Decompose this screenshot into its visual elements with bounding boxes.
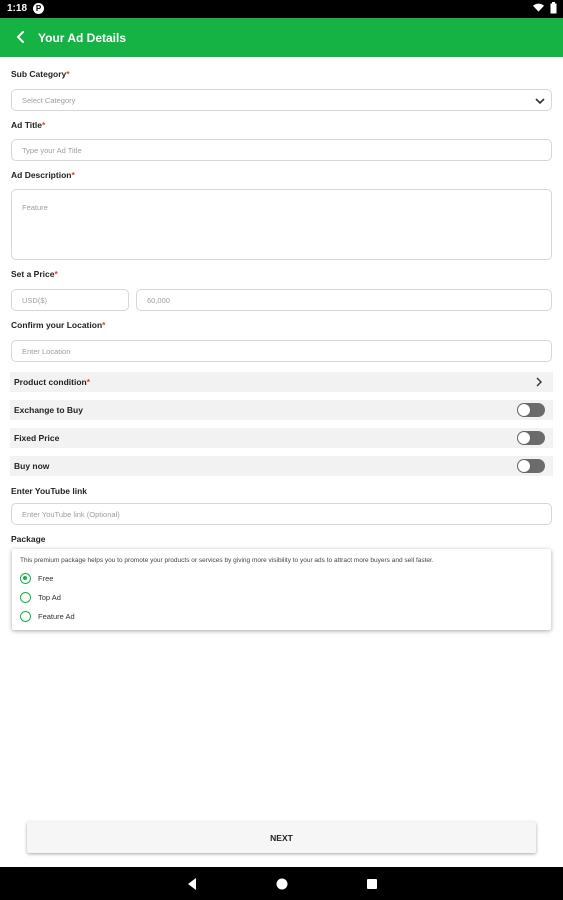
next-button[interactable]: NEXT bbox=[27, 822, 536, 853]
system-nav-bar bbox=[0, 867, 563, 900]
app-notification-icon: P bbox=[33, 3, 44, 14]
status-icons bbox=[533, 2, 557, 14]
ad-description-placeholder: Feature bbox=[22, 203, 48, 212]
product-condition-label: Product condition* bbox=[14, 377, 91, 387]
price-amount-placeholder: 60,000 bbox=[147, 295, 170, 305]
radio-unchecked-icon bbox=[20, 611, 31, 622]
toggle-knob bbox=[518, 460, 530, 472]
nav-home-icon[interactable] bbox=[275, 877, 289, 891]
battery-icon bbox=[550, 2, 557, 14]
location-label: Confirm your Location* bbox=[11, 320, 106, 330]
buy-now-label: Buy now bbox=[14, 461, 50, 471]
location-placeholder: Enter Location bbox=[22, 346, 71, 356]
price-amount-input[interactable]: 60,000 bbox=[136, 289, 552, 311]
radio-unchecked-icon bbox=[20, 592, 31, 603]
fixed-price-toggle[interactable] bbox=[517, 431, 545, 445]
youtube-link-input[interactable]: Enter YouTube link (Optional) bbox=[11, 503, 552, 525]
chevron-down-icon bbox=[535, 98, 545, 105]
sub-category-select[interactable]: Select Category bbox=[11, 89, 552, 111]
buy-now-toggle[interactable] bbox=[517, 459, 545, 473]
buy-now-row: Buy now bbox=[10, 456, 553, 476]
youtube-link-placeholder: Enter YouTube link (Optional) bbox=[22, 509, 120, 519]
nav-recents-icon[interactable] bbox=[365, 877, 379, 891]
exchange-to-buy-row: Exchange to Buy bbox=[10, 400, 553, 420]
toggle-knob bbox=[518, 404, 530, 416]
app-bar: Your Ad Details bbox=[0, 18, 563, 57]
package-option-label: Feature Ad bbox=[38, 612, 75, 621]
package-option-free[interactable]: Free bbox=[20, 573, 53, 584]
currency-select[interactable]: USD($) bbox=[11, 289, 129, 311]
sub-category-label: Sub Category* bbox=[11, 69, 70, 79]
exchange-to-buy-toggle[interactable] bbox=[517, 403, 545, 417]
youtube-label: Enter YouTube link bbox=[11, 486, 88, 496]
toggle-knob bbox=[518, 432, 530, 444]
status-time: 1:18 bbox=[7, 3, 28, 14]
nav-back-icon[interactable] bbox=[185, 877, 199, 891]
package-description: This premium package helps you to promot… bbox=[20, 557, 434, 564]
location-input[interactable]: Enter Location bbox=[11, 340, 552, 362]
wifi-icon bbox=[533, 3, 544, 12]
fixed-price-row: Fixed Price bbox=[10, 428, 553, 448]
back-arrow-icon[interactable] bbox=[13, 29, 29, 45]
price-label: Set a Price* bbox=[11, 269, 58, 279]
status-bar: 1:18 P bbox=[0, 0, 563, 18]
package-label: Package bbox=[11, 534, 46, 544]
page-title: Your Ad Details bbox=[38, 31, 127, 45]
ad-description-textarea[interactable]: Feature bbox=[11, 189, 552, 260]
fixed-price-label: Fixed Price bbox=[14, 433, 60, 443]
exchange-to-buy-label: Exchange to Buy bbox=[14, 405, 83, 415]
package-option-label: Top Ad bbox=[38, 593, 61, 602]
ad-title-input[interactable]: Type your Ad Title bbox=[11, 139, 552, 161]
package-option-feature-ad[interactable]: Feature Ad bbox=[20, 611, 75, 622]
product-condition-row[interactable]: Product condition* bbox=[10, 372, 553, 392]
package-option-label: Free bbox=[38, 574, 54, 583]
ad-title-label: Ad Title* bbox=[11, 120, 46, 130]
chevron-right-icon bbox=[536, 377, 542, 387]
sub-category-placeholder: Select Category bbox=[22, 95, 76, 105]
package-option-top-ad[interactable]: Top Ad bbox=[20, 592, 61, 603]
ad-description-label: Ad Description* bbox=[11, 170, 75, 180]
radio-checked-icon bbox=[20, 573, 31, 584]
currency-value: USD($) bbox=[22, 295, 48, 305]
package-card: This premium package helps you to promot… bbox=[12, 549, 551, 630]
ad-title-placeholder: Type your Ad Title bbox=[22, 145, 82, 155]
